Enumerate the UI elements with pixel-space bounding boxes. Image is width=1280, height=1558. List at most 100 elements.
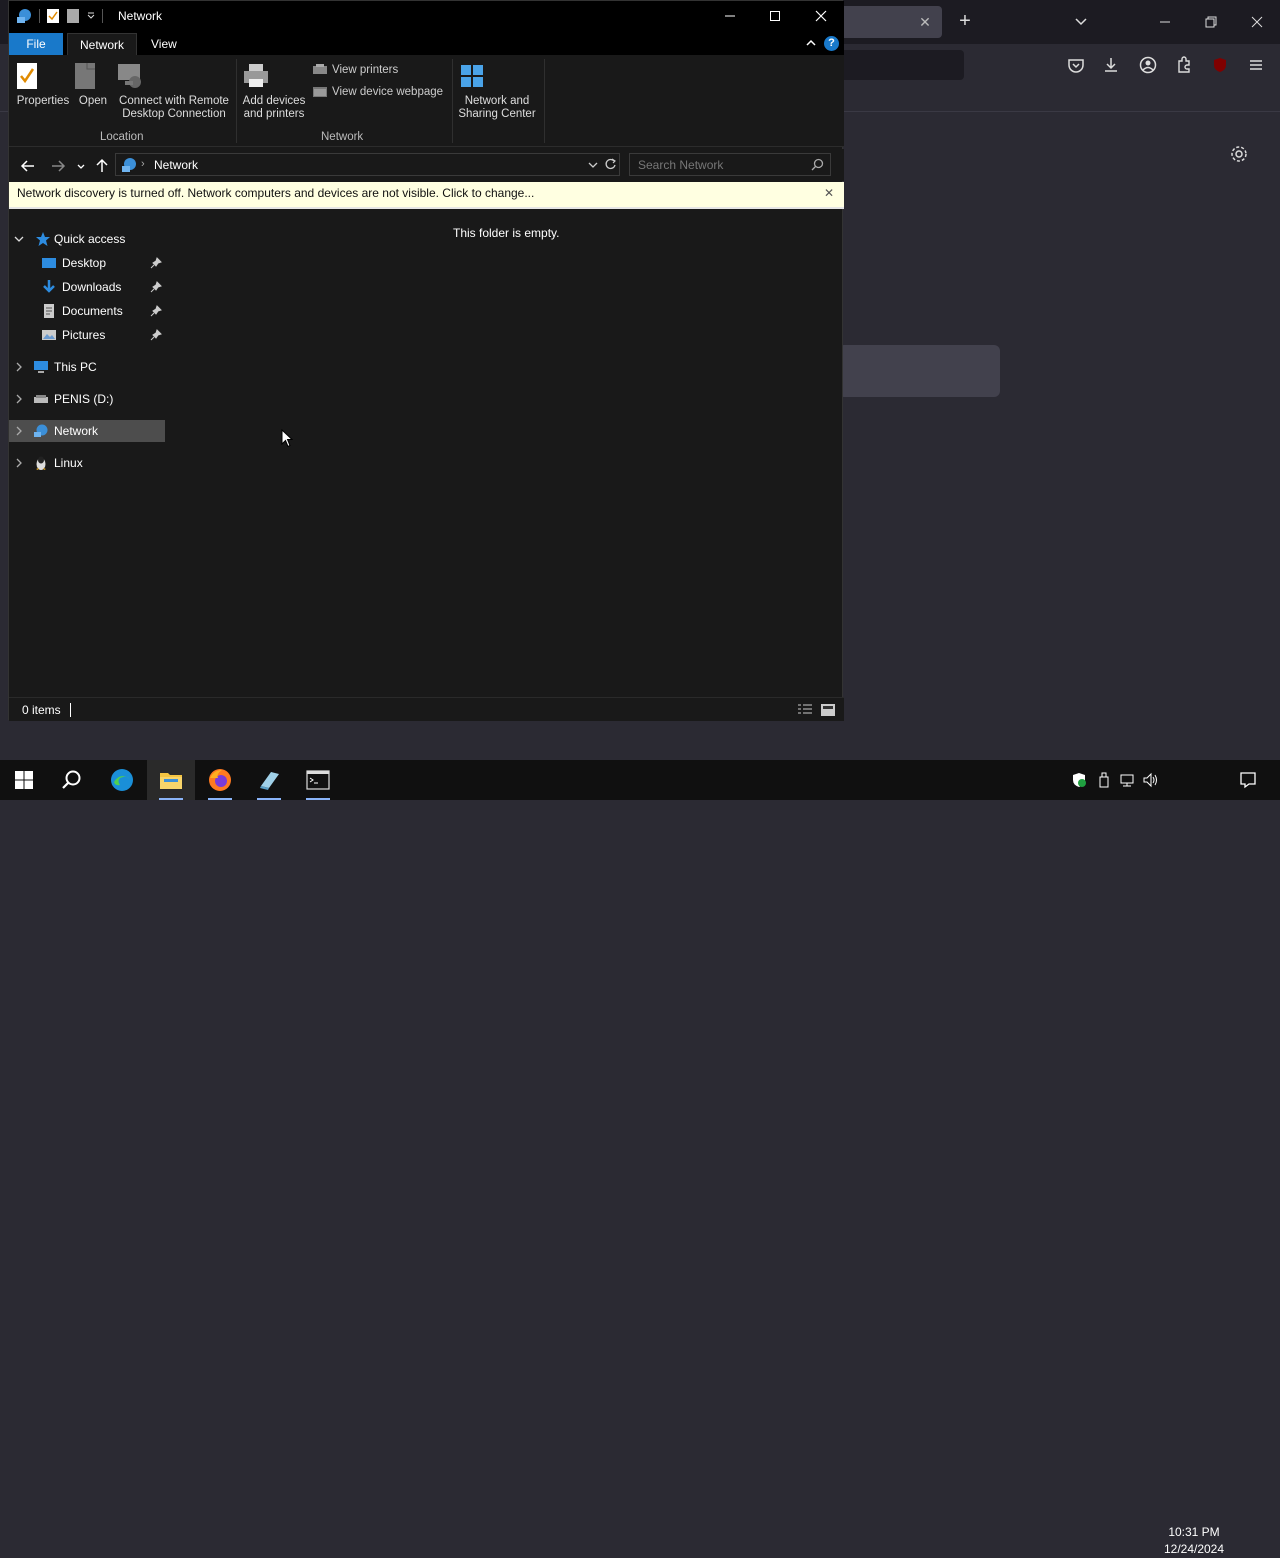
collapsed-chevron-icon[interactable] bbox=[13, 361, 25, 373]
status-bar: 0 items bbox=[9, 697, 844, 721]
network-sharing-center-button[interactable]: Network and Sharing Center bbox=[457, 61, 537, 121]
infobar-close-icon[interactable]: ✕ bbox=[824, 186, 834, 200]
nav-this-pc[interactable]: This PC bbox=[9, 356, 165, 378]
open-button[interactable]: Open bbox=[73, 61, 113, 108]
view-printers-button[interactable]: View printers bbox=[312, 63, 398, 77]
properties-qat-icon[interactable] bbox=[46, 8, 60, 24]
browser-url-bar[interactable] bbox=[838, 50, 964, 80]
nav-item-label: Desktop bbox=[62, 256, 107, 270]
system-clock[interactable]: 10:31 PM 12/24/2024 bbox=[1158, 1524, 1230, 1558]
volume-icon[interactable] bbox=[1142, 772, 1158, 788]
remote-desktop-label-2: Desktop Connection bbox=[122, 108, 226, 120]
taskbar-edge[interactable] bbox=[98, 760, 146, 800]
taskbar-search-button[interactable] bbox=[48, 760, 96, 800]
nav-item-downloads[interactable]: Downloads bbox=[9, 276, 165, 298]
nav-item-desktop[interactable]: Desktop bbox=[9, 252, 165, 274]
windows-start-icon bbox=[15, 771, 33, 789]
large-icons-view-icon[interactable] bbox=[820, 703, 836, 717]
browser-restore-icon[interactable] bbox=[1200, 12, 1222, 32]
tab-file[interactable]: File bbox=[9, 33, 63, 55]
forward-arrow-icon[interactable] bbox=[49, 157, 67, 175]
tab-list-chevron-icon[interactable] bbox=[1074, 14, 1088, 28]
collapsed-chevron-icon[interactable] bbox=[13, 425, 25, 437]
pin-icon[interactable] bbox=[150, 281, 162, 293]
new-tab-icon[interactable]: + bbox=[955, 11, 975, 32]
back-arrow-icon[interactable] bbox=[19, 157, 37, 175]
up-arrow-icon[interactable] bbox=[93, 157, 111, 175]
network-discovery-infobar[interactable]: Network discovery is turned off. Network… bbox=[9, 182, 844, 209]
qat-separator bbox=[39, 9, 40, 23]
collapsed-chevron-icon[interactable] bbox=[13, 457, 25, 469]
taskbar-firefox[interactable] bbox=[196, 760, 244, 800]
nav-network[interactable]: Network bbox=[9, 420, 165, 442]
taskbar-file-explorer[interactable] bbox=[147, 760, 195, 800]
account-icon[interactable] bbox=[1138, 55, 1158, 75]
file-explorer-icon bbox=[159, 769, 183, 791]
breadcrumb-separator-icon[interactable]: › bbox=[141, 158, 145, 170]
security-shield-icon[interactable] bbox=[1071, 772, 1087, 788]
browser-tab-close-icon[interactable]: ✕ bbox=[916, 14, 934, 30]
extensions-icon[interactable] bbox=[1174, 55, 1194, 75]
close-button[interactable] bbox=[798, 1, 844, 31]
infobar-message[interactable]: Network discovery is turned off. Network… bbox=[17, 186, 534, 200]
documents-icon bbox=[41, 303, 57, 319]
settings-gear-icon[interactable] bbox=[1229, 144, 1249, 164]
taskbar-terminal[interactable] bbox=[294, 760, 342, 800]
breadcrumb-network[interactable]: Network bbox=[154, 158, 198, 172]
downloads-icon[interactable] bbox=[1101, 55, 1121, 75]
nav-drive-d[interactable]: PENIS (D:) bbox=[9, 388, 165, 410]
nav-quick-access[interactable]: Quick access bbox=[9, 228, 165, 250]
notepad-icon bbox=[257, 768, 281, 792]
refresh-icon[interactable] bbox=[604, 158, 617, 171]
maximize-button[interactable] bbox=[752, 1, 798, 31]
remote-desktop-button[interactable]: Connect with Remote Desktop Connection bbox=[114, 61, 234, 121]
nav-linux[interactable]: Linux bbox=[9, 452, 165, 474]
qat-dropdown-icon[interactable] bbox=[86, 11, 96, 21]
address-bar[interactable]: › Network bbox=[115, 153, 620, 176]
address-dropdown-icon[interactable] bbox=[587, 159, 599, 171]
recent-locations-chevron-icon[interactable] bbox=[75, 157, 87, 175]
tab-view[interactable]: View bbox=[139, 33, 189, 55]
item-count: 0 items bbox=[22, 703, 61, 717]
minimize-button[interactable] bbox=[707, 1, 753, 31]
computer-icon bbox=[33, 359, 49, 375]
start-button[interactable] bbox=[0, 760, 48, 800]
network-label: Network bbox=[54, 424, 99, 438]
menu-icon[interactable] bbox=[1246, 55, 1266, 75]
network-icon bbox=[33, 423, 49, 439]
usb-device-icon[interactable] bbox=[1096, 772, 1112, 788]
collapse-ribbon-icon[interactable] bbox=[805, 37, 817, 49]
add-devices-label-1: Add devices bbox=[242, 95, 306, 107]
ribbon: Properties Open Connect with Remote Desk… bbox=[9, 55, 844, 147]
ublock-icon[interactable] bbox=[1210, 55, 1230, 75]
ribbon-separator bbox=[452, 59, 453, 143]
pin-icon[interactable] bbox=[150, 257, 162, 269]
taskbar: 10:31 PM 12/24/2024 bbox=[0, 760, 1280, 1556]
pocket-icon[interactable] bbox=[1066, 55, 1086, 75]
new-folder-qat-icon[interactable] bbox=[66, 8, 80, 24]
nav-item-documents[interactable]: Documents bbox=[9, 300, 165, 322]
linux-label: Linux bbox=[54, 456, 83, 470]
network-status-icon[interactable] bbox=[1119, 772, 1135, 788]
pin-icon[interactable] bbox=[150, 329, 162, 341]
expanded-chevron-icon[interactable] bbox=[13, 233, 25, 245]
title-bar: Network bbox=[9, 1, 844, 33]
nav-item-pictures[interactable]: Pictures bbox=[9, 324, 165, 346]
file-list-area[interactable]: This folder is empty. bbox=[166, 211, 842, 697]
star-icon bbox=[35, 231, 51, 247]
tab-network[interactable]: Network bbox=[67, 33, 138, 55]
help-icon[interactable]: ? bbox=[824, 36, 839, 51]
search-input[interactable]: Search Network bbox=[629, 153, 831, 176]
add-devices-button[interactable]: Add devices and printers bbox=[241, 61, 307, 121]
search-icon[interactable] bbox=[811, 158, 824, 171]
collapsed-chevron-icon[interactable] bbox=[13, 393, 25, 405]
notifications-icon[interactable] bbox=[1239, 771, 1257, 789]
taskbar-notepad[interactable] bbox=[245, 760, 293, 800]
browser-minimize-icon[interactable] bbox=[1154, 12, 1176, 32]
browser-close-icon[interactable] bbox=[1246, 12, 1268, 32]
details-view-icon[interactable] bbox=[797, 703, 813, 717]
file-explorer-window: Network File Network View ? Properties O… bbox=[8, 0, 844, 721]
properties-button[interactable]: Properties bbox=[15, 61, 71, 108]
view-device-webpage-button[interactable]: View device webpage bbox=[312, 85, 443, 99]
pin-icon[interactable] bbox=[150, 305, 162, 317]
